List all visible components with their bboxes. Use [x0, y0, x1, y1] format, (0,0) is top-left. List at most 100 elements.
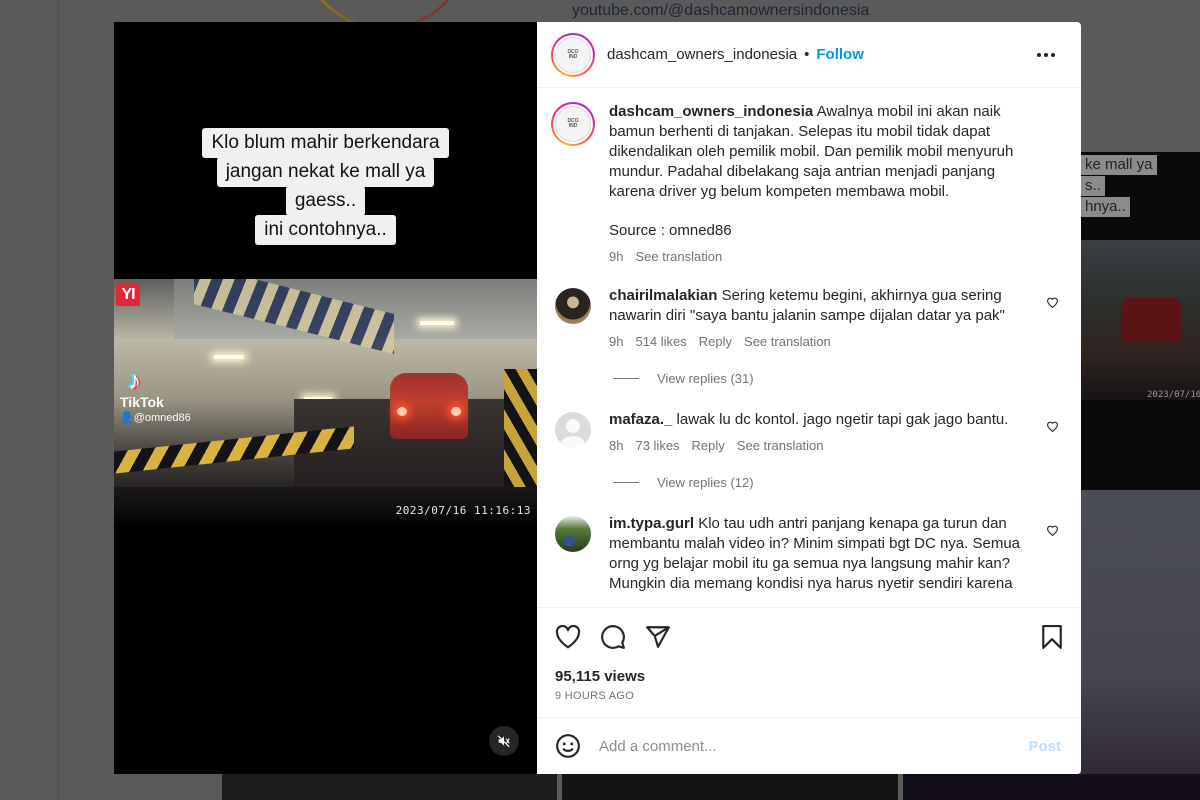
video-caption-line: gaess..: [285, 186, 366, 216]
view-replies-label: View replies (12): [657, 475, 754, 490]
background-thumb-caption: s..: [1081, 176, 1105, 196]
author-username[interactable]: dashcam_owners_indonesia: [607, 46, 797, 63]
brand-logo-icon: DCO IND: [555, 106, 591, 142]
comment-time: 8h: [609, 438, 624, 453]
post-modal: Klo blum mahir berkendara jangan nekat k…: [114, 22, 1081, 774]
background-thumbnail-right: ke mall ya s.. hnya.. 2023/07/16: [1081, 152, 1200, 490]
view-replies-label: View replies (31): [657, 371, 754, 386]
background-grid-thumb: [222, 774, 557, 800]
hazard-barrier-right: [504, 369, 537, 489]
commenter-avatar[interactable]: [555, 516, 591, 552]
more-options-button[interactable]: [1031, 47, 1061, 63]
save-button[interactable]: [1041, 625, 1063, 649]
heart-icon: [1047, 297, 1058, 309]
user-icon: 👤: [120, 412, 134, 424]
caption-source: Source : omned86: [609, 222, 732, 239]
post-header: DCO IND dashcam_owners_indonesia • Follow: [537, 22, 1081, 88]
reply-button[interactable]: Reply: [692, 438, 725, 453]
comment-like-button[interactable]: [1046, 524, 1059, 542]
more-dot-icon: [1044, 52, 1048, 57]
caption-username[interactable]: dashcam_owners_indonesia: [609, 103, 813, 120]
ceiling-lamp: [420, 321, 454, 325]
caption-author-avatar[interactable]: DCO IND: [551, 102, 595, 146]
video-caption-line: jangan nekat ke mall ya: [216, 157, 435, 187]
post-actions: 95,115 views 9 HOURS AGO: [537, 607, 1081, 717]
heart-icon: [1047, 525, 1058, 537]
see-translation-link[interactable]: See translation: [744, 334, 831, 349]
bookmark-icon: [1042, 625, 1062, 649]
comment-like-button[interactable]: [1046, 420, 1059, 438]
red-car: [390, 373, 468, 439]
brand-logo-icon: DCO IND: [555, 36, 591, 73]
comment-button[interactable]: [600, 624, 626, 650]
background-grid-thumb: [903, 774, 1200, 800]
view-replies-button[interactable]: View replies (31): [613, 371, 1067, 386]
comment-text: im.typa.gurl Klo tau udh antri panjang k…: [609, 514, 1039, 594]
views-count[interactable]: 95,115 views: [555, 668, 1063, 685]
emoji-button[interactable]: [555, 733, 581, 759]
post-time-ago: 9 HOURS AGO: [555, 690, 635, 702]
separator-dot: •: [804, 46, 810, 63]
comment-item: chairilmalakian Sering ketemu begini, ak…: [551, 286, 1067, 349]
ceiling-lamp: [214, 355, 244, 359]
video-timestamp: 2023/07/16 11:16:13: [395, 504, 531, 517]
replies-line: [613, 378, 639, 379]
comment-body: lawak lu dc kontol. jago ngetir tapi gak…: [676, 411, 1009, 428]
heart-icon: [555, 625, 581, 649]
comment-username[interactable]: im.typa.gurl: [609, 515, 694, 532]
dashcam-video-frame: YI ♪ TikTok 👤@omned86 2023/07/16 11:16:1…: [114, 279, 537, 524]
post-comment-button[interactable]: Post: [1028, 738, 1061, 755]
more-dot-icon: [1037, 52, 1041, 57]
paper-plane-icon: [646, 626, 670, 648]
reply-button[interactable]: Reply: [699, 334, 732, 349]
comment-time: 9h: [609, 334, 624, 349]
comments-list[interactable]: DCO IND dashcam_owners_indonesia Awalnya …: [537, 88, 1081, 607]
post-caption: DCO IND dashcam_owners_indonesia Awalnya …: [551, 102, 1067, 264]
comment-item: mafaza._ lawak lu dc kontol. jago ngetir…: [551, 410, 1067, 453]
background-divider: [58, 0, 59, 800]
tiktok-icon: ♪: [128, 365, 141, 395]
video-overlay-caption: Klo blum mahir berkendara jangan nekat k…: [114, 128, 537, 245]
more-dot-icon: [1051, 52, 1055, 57]
default-avatar-icon[interactable]: [555, 412, 591, 448]
caption-text: dashcam_owners_indonesia Awalnya mobil i…: [609, 102, 1039, 202]
background-thumb-car: [1121, 297, 1181, 342]
mute-toggle-button[interactable]: [489, 726, 519, 756]
see-translation-link[interactable]: See translation: [737, 438, 824, 453]
add-comment-bar: Post: [537, 717, 1081, 774]
comment-likes[interactable]: 514 likes: [635, 334, 686, 349]
follow-button[interactable]: Follow: [816, 46, 864, 63]
share-button[interactable]: [645, 625, 671, 649]
background-thumb-caption: ke mall ya: [1081, 155, 1157, 175]
comment-meta: 9h 514 likes Reply See translation: [609, 334, 1039, 349]
author-avatar[interactable]: DCO IND: [551, 32, 595, 77]
background-thumbnail-photo: [1081, 490, 1200, 800]
post-details-panel: DCO IND dashcam_owners_indonesia • Follow…: [537, 22, 1081, 774]
video-player[interactable]: Klo blum mahir berkendara jangan nekat k…: [114, 22, 537, 774]
like-button[interactable]: [555, 625, 581, 649]
comment-username[interactable]: mafaza._: [609, 411, 672, 428]
tiktok-user: 👤@omned86: [120, 411, 191, 425]
background-grid-thumb: [562, 774, 898, 800]
comment-likes[interactable]: 73 likes: [635, 438, 679, 453]
see-translation-link[interactable]: See translation: [635, 249, 722, 264]
comment-username[interactable]: chairilmalakian: [609, 287, 717, 304]
view-replies-button[interactable]: View replies (12): [613, 475, 1067, 490]
background-thumb-caption: hnya..: [1081, 197, 1130, 217]
replies-line: [613, 482, 639, 483]
caption-time: 9h: [609, 249, 624, 264]
video-caption-line: ini contohnya..: [255, 215, 396, 245]
background-youtube-link: youtube.com/@dashcamownersindonesia: [572, 2, 870, 19]
comment-input[interactable]: [599, 737, 1029, 755]
comment-like-button[interactable]: [1046, 296, 1059, 314]
smiley-icon: [556, 734, 580, 758]
comment-bubble-icon: [601, 625, 625, 649]
comment-meta: 8h 73 likes Reply See translation: [609, 438, 1039, 453]
commenter-avatar[interactable]: [555, 288, 591, 324]
tail-light: [451, 407, 461, 416]
comment-item: im.typa.gurl Klo tau udh antri panjang k…: [551, 514, 1067, 594]
tiktok-username: @omned86: [133, 412, 191, 424]
tiktok-watermark: ♪ TikTok 👤@omned86: [120, 367, 191, 425]
tail-light: [397, 407, 407, 416]
tiktok-brand: TikTok: [120, 394, 164, 410]
